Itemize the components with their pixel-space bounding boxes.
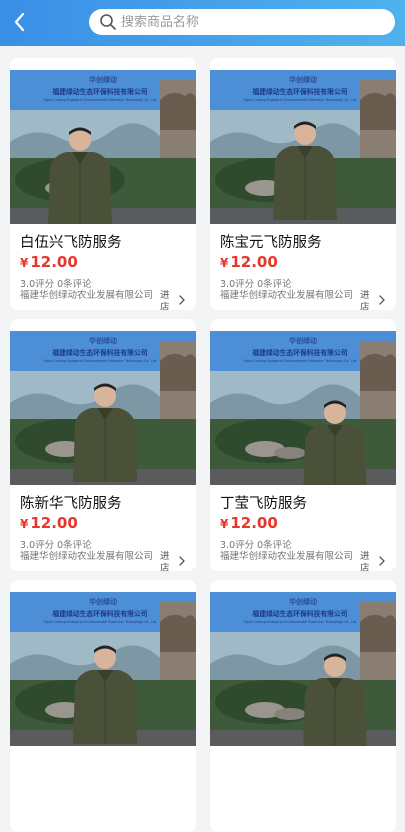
top-bar [0,0,405,46]
currency-symbol: ¥ [220,256,229,270]
product-photo: 华创绿动 福建绿动生态环保科技有限公司 Fujian Lvdong Ecolog… [210,70,396,224]
product-card[interactable]: 华创绿动 福建绿动生态环保科技有限公司 Fujian Lvdong Ecolog… [10,319,196,571]
product-photo: 华创绿动 福建绿动生态环保科技有限公司 Fujian Lvdong Ecolog… [10,70,196,224]
back-arrow-icon[interactable] [6,8,34,36]
svg-text:Fujian Lvdong Ecological Envir: Fujian Lvdong Ecological Environmental P… [44,620,157,624]
price-amount: 12.00 [30,253,78,271]
svg-text:华创绿动: 华创绿动 [89,75,117,84]
product-photo: 华创绿动 福建绿动生态环保科技有限公司 Fujian Lvdong Ecolog… [210,331,396,485]
product-card[interactable]: 华创绿动 福建绿动生态环保科技有限公司 Fujian Lvdong Ecolog… [210,58,396,310]
currency-symbol: ¥ [20,517,29,531]
product-photo: 华创绿动 福建绿动生态环保科技有限公司 Fujian Lvdong Ecolog… [10,592,196,746]
svg-text:Fujian Lvdong Ecological Envir: Fujian Lvdong Ecological Environmental P… [44,359,157,363]
svg-text:华创绿动: 华创绿动 [89,597,117,606]
rating-summary: 3.0评分 0条评论 [220,276,292,290]
product-card[interactable]: 华创绿动 福建绿动生态环保科技有限公司 Fujian Lvdong Ecolog… [10,58,196,310]
product-card[interactable]: 华创绿动 福建绿动生态环保科技有限公司 Fujian Lvdong Ecolog… [210,580,396,832]
svg-text:Fujian Lvdong Ecological Envir: Fujian Lvdong Ecological Environmental P… [244,620,357,624]
chevron-right-icon[interactable] [178,555,186,567]
search-icon [100,14,116,30]
enter-shop-link[interactable]: 进店 [360,551,372,571]
product-photo: 华创绿动 福建绿动生态环保科技有限公司 Fujian Lvdong Ecolog… [10,331,196,485]
product-price [20,775,22,793]
rating-summary: 3.0评分 0条评论 [20,276,92,290]
rating-score: 3.0评分 [220,279,255,290]
svg-text:华创绿动: 华创绿动 [289,75,317,84]
rating-summary: 3.0评分 0条评论 [220,537,292,551]
enter-shop-link[interactable]: 进店 [160,551,172,571]
search-input[interactable] [121,9,389,35]
rating-score: 3.0评分 [220,540,255,551]
svg-text:Fujian Lvdong Ecological Envir: Fujian Lvdong Ecological Environmental P… [44,98,157,102]
comment-count: 0条评论 [257,540,292,551]
product-name: 丁莹飞防服务 [220,496,307,512]
svg-text:华创绿动: 华创绿动 [89,336,117,345]
chevron-right-icon[interactable] [178,294,186,306]
rating-summary: 3.0评分 0条评论 [20,537,92,551]
comment-count: 0条评论 [57,279,92,290]
enter-shop-link[interactable]: 进店 [160,290,172,310]
rating-score: 3.0评分 [20,279,55,290]
product-card[interactable]: 华创绿动 福建绿动生态环保科技有限公司 Fujian Lvdong Ecolog… [210,319,396,571]
product-price: ¥12.00 [220,253,278,271]
product-name: 陈宝元飞防服务 [220,235,322,251]
product-photo: 华创绿动 福建绿动生态环保科技有限公司 Fujian Lvdong Ecolog… [210,592,396,746]
product-price: ¥12.00 [220,514,278,532]
currency-symbol: ¥ [220,517,229,531]
currency-symbol: ¥ [20,256,29,270]
svg-text:华创绿动: 华创绿动 [289,597,317,606]
product-grid: 华创绿动 福建绿动生态环保科技有限公司 Fujian Lvdong Ecolog… [0,46,405,832]
chevron-right-icon[interactable] [378,555,386,567]
svg-text:福建绿动生态环保科技有限公司: 福建绿动生态环保科技有限公司 [251,87,347,96]
price-amount: 12.00 [30,514,78,532]
rating-score: 3.0评分 [20,540,55,551]
svg-text:福建绿动生态环保科技有限公司: 福建绿动生态环保科技有限公司 [251,348,347,357]
shop-name: 福建华创绿动农业发展有限公司 [220,290,354,301]
shop-name: 福建华创绿动农业发展有限公司 [20,551,154,562]
product-name: 陈新华飞防服务 [20,496,122,512]
svg-text:福建绿动生态环保科技有限公司: 福建绿动生态环保科技有限公司 [51,609,147,618]
product-name: 白伍兴飞防服务 [20,235,122,251]
shop-name: 福建华创绿动农业发展有限公司 [20,290,154,301]
svg-text:Fujian Lvdong Ecological Envir: Fujian Lvdong Ecological Environmental P… [244,359,357,363]
product-price: ¥12.00 [20,253,78,271]
search-bar[interactable] [89,9,395,35]
price-amount: 12.00 [230,253,278,271]
product-price [220,775,222,793]
shop-name: 福建华创绿动农业发展有限公司 [220,551,354,562]
comment-count: 0条评论 [57,540,92,551]
svg-text:Fujian Lvdong Ecological Envir: Fujian Lvdong Ecological Environmental P… [244,98,357,102]
chevron-right-icon[interactable] [378,294,386,306]
svg-text:福建绿动生态环保科技有限公司: 福建绿动生态环保科技有限公司 [51,348,147,357]
svg-text:福建绿动生态环保科技有限公司: 福建绿动生态环保科技有限公司 [251,609,347,618]
product-price: ¥12.00 [20,514,78,532]
svg-text:福建绿动生态环保科技有限公司: 福建绿动生态环保科技有限公司 [51,87,147,96]
price-amount: 12.00 [230,514,278,532]
enter-shop-link[interactable]: 进店 [360,290,372,310]
svg-text:华创绿动: 华创绿动 [289,336,317,345]
product-card[interactable]: 华创绿动 福建绿动生态环保科技有限公司 Fujian Lvdong Ecolog… [10,580,196,832]
comment-count: 0条评论 [257,279,292,290]
